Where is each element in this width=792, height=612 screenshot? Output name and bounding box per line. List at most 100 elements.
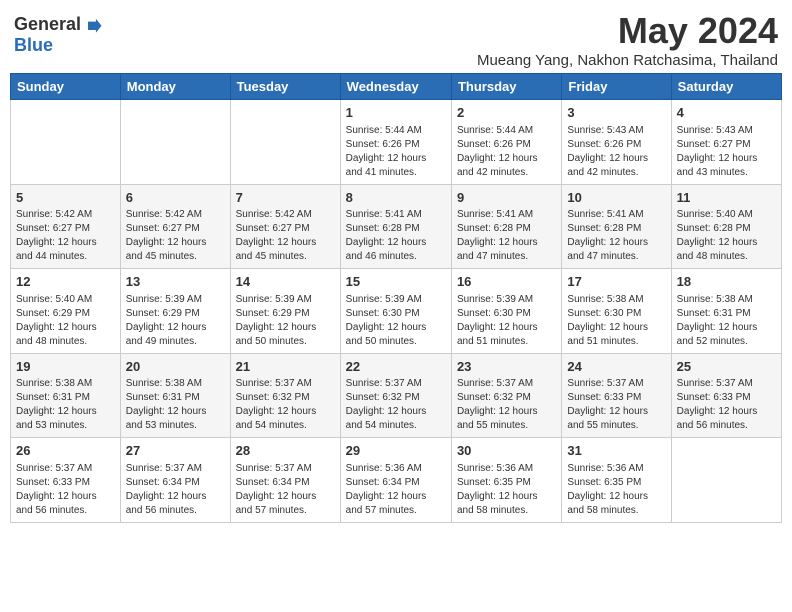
calendar-cell: 15Sunrise: 5:39 AM Sunset: 6:30 PM Dayli… bbox=[340, 269, 451, 354]
calendar-cell: 4 Sunrise: 5:43 AM Sunset: 6:27 PM Daylig… bbox=[671, 100, 781, 185]
day-info: Sunrise: 5:42 AM Sunset: 6:27 PM Dayligh… bbox=[126, 208, 225, 264]
day-header-saturday: Saturday bbox=[671, 74, 781, 100]
day-info: Sunrise: 5:40 AM Sunset: 6:29 PM Dayligh… bbox=[16, 293, 115, 349]
calendar-cell: 10Sunrise: 5:41 AM Sunset: 6:28 PM Dayli… bbox=[562, 184, 671, 269]
day-number: 2 bbox=[457, 104, 556, 122]
day-info: Sunrise: 5:38 AM Sunset: 6:31 PM Dayligh… bbox=[126, 377, 225, 433]
calendar-cell: 20Sunrise: 5:38 AM Sunset: 6:31 PM Dayli… bbox=[120, 353, 230, 438]
calendar-cell: 29Sunrise: 5:36 AM Sunset: 6:34 PM Dayli… bbox=[340, 438, 451, 523]
calendar-cell: 5Sunrise: 5:42 AM Sunset: 6:27 PM Daylig… bbox=[11, 184, 121, 269]
calendar: SundayMondayTuesdayWednesdayThursdayFrid… bbox=[10, 73, 782, 523]
calendar-cell: 21Sunrise: 5:37 AM Sunset: 6:32 PM Dayli… bbox=[230, 353, 340, 438]
day-number: 5 bbox=[16, 189, 115, 207]
day-info: Sunrise: 5:43 AM Sunset: 6:26 PM Dayligh… bbox=[567, 124, 665, 180]
day-number: 31 bbox=[567, 442, 665, 460]
day-info: Sunrise: 5:39 AM Sunset: 6:29 PM Dayligh… bbox=[126, 293, 225, 349]
calendar-cell: 28Sunrise: 5:37 AM Sunset: 6:34 PM Dayli… bbox=[230, 438, 340, 523]
title-area: May 2024 Mueang Yang, Nakhon Ratchasima,… bbox=[477, 10, 778, 69]
logo-blue: Blue bbox=[14, 35, 53, 56]
day-info: Sunrise: 5:39 AM Sunset: 6:30 PM Dayligh… bbox=[346, 293, 446, 349]
day-number: 7 bbox=[236, 189, 335, 207]
day-info: Sunrise: 5:38 AM Sunset: 6:30 PM Dayligh… bbox=[567, 293, 665, 349]
day-info: Sunrise: 5:44 AM Sunset: 6:26 PM Dayligh… bbox=[346, 124, 446, 180]
day-info: Sunrise: 5:37 AM Sunset: 6:33 PM Dayligh… bbox=[16, 462, 115, 518]
day-number: 6 bbox=[126, 189, 225, 207]
calendar-cell: 31 Sunrise: 5:36 AM Sunset: 6:35 PM Dayli… bbox=[562, 438, 671, 523]
day-number: 23 bbox=[457, 358, 556, 376]
day-number: 13 bbox=[126, 273, 225, 291]
day-number: 10 bbox=[567, 189, 665, 207]
calendar-cell: 11Sunrise: 5:40 AM Sunset: 6:28 PM Dayli… bbox=[671, 184, 781, 269]
day-number: 16 bbox=[457, 273, 556, 291]
day-number: 4 bbox=[677, 104, 776, 122]
day-info: Sunrise: 5:39 AM Sunset: 6:30 PM Dayligh… bbox=[457, 293, 556, 349]
calendar-cell: 19Sunrise: 5:38 AM Sunset: 6:31 PM Dayli… bbox=[11, 353, 121, 438]
calendar-cell: 2 Sunrise: 5:44 AM Sunset: 6:26 PM Daylig… bbox=[451, 100, 561, 185]
day-info: Sunrise: 5:38 AM Sunset: 6:31 PM Dayligh… bbox=[16, 377, 115, 433]
calendar-cell: 8Sunrise: 5:41 AM Sunset: 6:28 PM Daylig… bbox=[340, 184, 451, 269]
calendar-cell: 12Sunrise: 5:40 AM Sunset: 6:29 PM Dayli… bbox=[11, 269, 121, 354]
day-header-sunday: Sunday bbox=[11, 74, 121, 100]
day-number: 30 bbox=[457, 442, 556, 460]
day-info: Sunrise: 5:38 AM Sunset: 6:31 PM Dayligh… bbox=[677, 293, 776, 349]
day-number: 28 bbox=[236, 442, 335, 460]
day-number: 9 bbox=[457, 189, 556, 207]
day-header-friday: Friday bbox=[562, 74, 671, 100]
day-header-wednesday: Wednesday bbox=[340, 74, 451, 100]
calendar-cell: 22Sunrise: 5:37 AM Sunset: 6:32 PM Dayli… bbox=[340, 353, 451, 438]
calendar-cell: 6Sunrise: 5:42 AM Sunset: 6:27 PM Daylig… bbox=[120, 184, 230, 269]
day-number: 18 bbox=[677, 273, 776, 291]
calendar-cell: 16 Sunrise: 5:39 AM Sunset: 6:30 PM Dayli… bbox=[451, 269, 561, 354]
day-info: Sunrise: 5:40 AM Sunset: 6:28 PM Dayligh… bbox=[677, 208, 776, 264]
day-info: Sunrise: 5:43 AM Sunset: 6:27 PM Dayligh… bbox=[677, 124, 776, 180]
day-number: 19 bbox=[16, 358, 115, 376]
day-header-thursday: Thursday bbox=[451, 74, 561, 100]
day-info: Sunrise: 5:39 AM Sunset: 6:29 PM Dayligh… bbox=[236, 293, 335, 349]
day-info: Sunrise: 5:37 AM Sunset: 6:33 PM Dayligh… bbox=[677, 377, 776, 433]
calendar-cell bbox=[230, 100, 340, 185]
day-header-tuesday: Tuesday bbox=[230, 74, 340, 100]
calendar-cell: 7Sunrise: 5:42 AM Sunset: 6:27 PM Daylig… bbox=[230, 184, 340, 269]
day-number: 24 bbox=[567, 358, 665, 376]
day-header-monday: Monday bbox=[120, 74, 230, 100]
days-header-row: SundayMondayTuesdayWednesdayThursdayFrid… bbox=[11, 74, 782, 100]
location-title: Mueang Yang, Nakhon Ratchasima, Thailand bbox=[477, 52, 778, 69]
day-info: Sunrise: 5:41 AM Sunset: 6:28 PM Dayligh… bbox=[346, 208, 446, 264]
calendar-cell: 27Sunrise: 5:37 AM Sunset: 6:34 PM Dayli… bbox=[120, 438, 230, 523]
calendar-cell: 9Sunrise: 5:41 AM Sunset: 6:28 PM Daylig… bbox=[451, 184, 561, 269]
calendar-cell: 17 Sunrise: 5:38 AM Sunset: 6:30 PM Dayli… bbox=[562, 269, 671, 354]
calendar-cell: 18 Sunrise: 5:38 AM Sunset: 6:31 PM Dayli… bbox=[671, 269, 781, 354]
day-number: 3 bbox=[567, 104, 665, 122]
calendar-cell: 30 Sunrise: 5:36 AM Sunset: 6:35 PM Dayli… bbox=[451, 438, 561, 523]
calendar-cell: 1 Sunrise: 5:44 AM Sunset: 6:26 PM Daylig… bbox=[340, 100, 451, 185]
day-info: Sunrise: 5:44 AM Sunset: 6:26 PM Dayligh… bbox=[457, 124, 556, 180]
calendar-cell: 14 Sunrise: 5:39 AM Sunset: 6:29 PM Dayli… bbox=[230, 269, 340, 354]
day-number: 8 bbox=[346, 189, 446, 207]
day-info: Sunrise: 5:37 AM Sunset: 6:32 PM Dayligh… bbox=[457, 377, 556, 433]
calendar-cell: 25Sunrise: 5:37 AM Sunset: 6:33 PM Dayli… bbox=[671, 353, 781, 438]
day-number: 20 bbox=[126, 358, 225, 376]
day-number: 14 bbox=[236, 273, 335, 291]
week-row-3: 12Sunrise: 5:40 AM Sunset: 6:29 PM Dayli… bbox=[11, 269, 782, 354]
logo-general: General bbox=[14, 14, 81, 34]
calendar-cell: 26Sunrise: 5:37 AM Sunset: 6:33 PM Dayli… bbox=[11, 438, 121, 523]
day-number: 21 bbox=[236, 358, 335, 376]
calendar-cell: 24Sunrise: 5:37 AM Sunset: 6:33 PM Dayli… bbox=[562, 353, 671, 438]
day-number: 1 bbox=[346, 104, 446, 122]
day-info: Sunrise: 5:42 AM Sunset: 6:27 PM Dayligh… bbox=[16, 208, 115, 264]
day-info: Sunrise: 5:37 AM Sunset: 6:33 PM Dayligh… bbox=[567, 377, 665, 433]
calendar-cell: 13 Sunrise: 5:39 AM Sunset: 6:29 PM Dayli… bbox=[120, 269, 230, 354]
day-info: Sunrise: 5:41 AM Sunset: 6:28 PM Dayligh… bbox=[457, 208, 556, 264]
day-info: Sunrise: 5:36 AM Sunset: 6:34 PM Dayligh… bbox=[346, 462, 446, 518]
day-info: Sunrise: 5:41 AM Sunset: 6:28 PM Dayligh… bbox=[567, 208, 665, 264]
day-number: 11 bbox=[677, 189, 776, 207]
day-info: Sunrise: 5:36 AM Sunset: 6:35 PM Dayligh… bbox=[567, 462, 665, 518]
day-info: Sunrise: 5:42 AM Sunset: 6:27 PM Dayligh… bbox=[236, 208, 335, 264]
week-row-5: 26Sunrise: 5:37 AM Sunset: 6:33 PM Dayli… bbox=[11, 438, 782, 523]
calendar-cell: 23Sunrise: 5:37 AM Sunset: 6:32 PM Dayli… bbox=[451, 353, 561, 438]
calendar-cell bbox=[120, 100, 230, 185]
header: General Blue May 2024 Mueang Yang, Nakho… bbox=[10, 10, 782, 69]
logo: General Blue bbox=[14, 14, 102, 56]
day-info: Sunrise: 5:36 AM Sunset: 6:35 PM Dayligh… bbox=[457, 462, 556, 518]
day-number: 17 bbox=[567, 273, 665, 291]
